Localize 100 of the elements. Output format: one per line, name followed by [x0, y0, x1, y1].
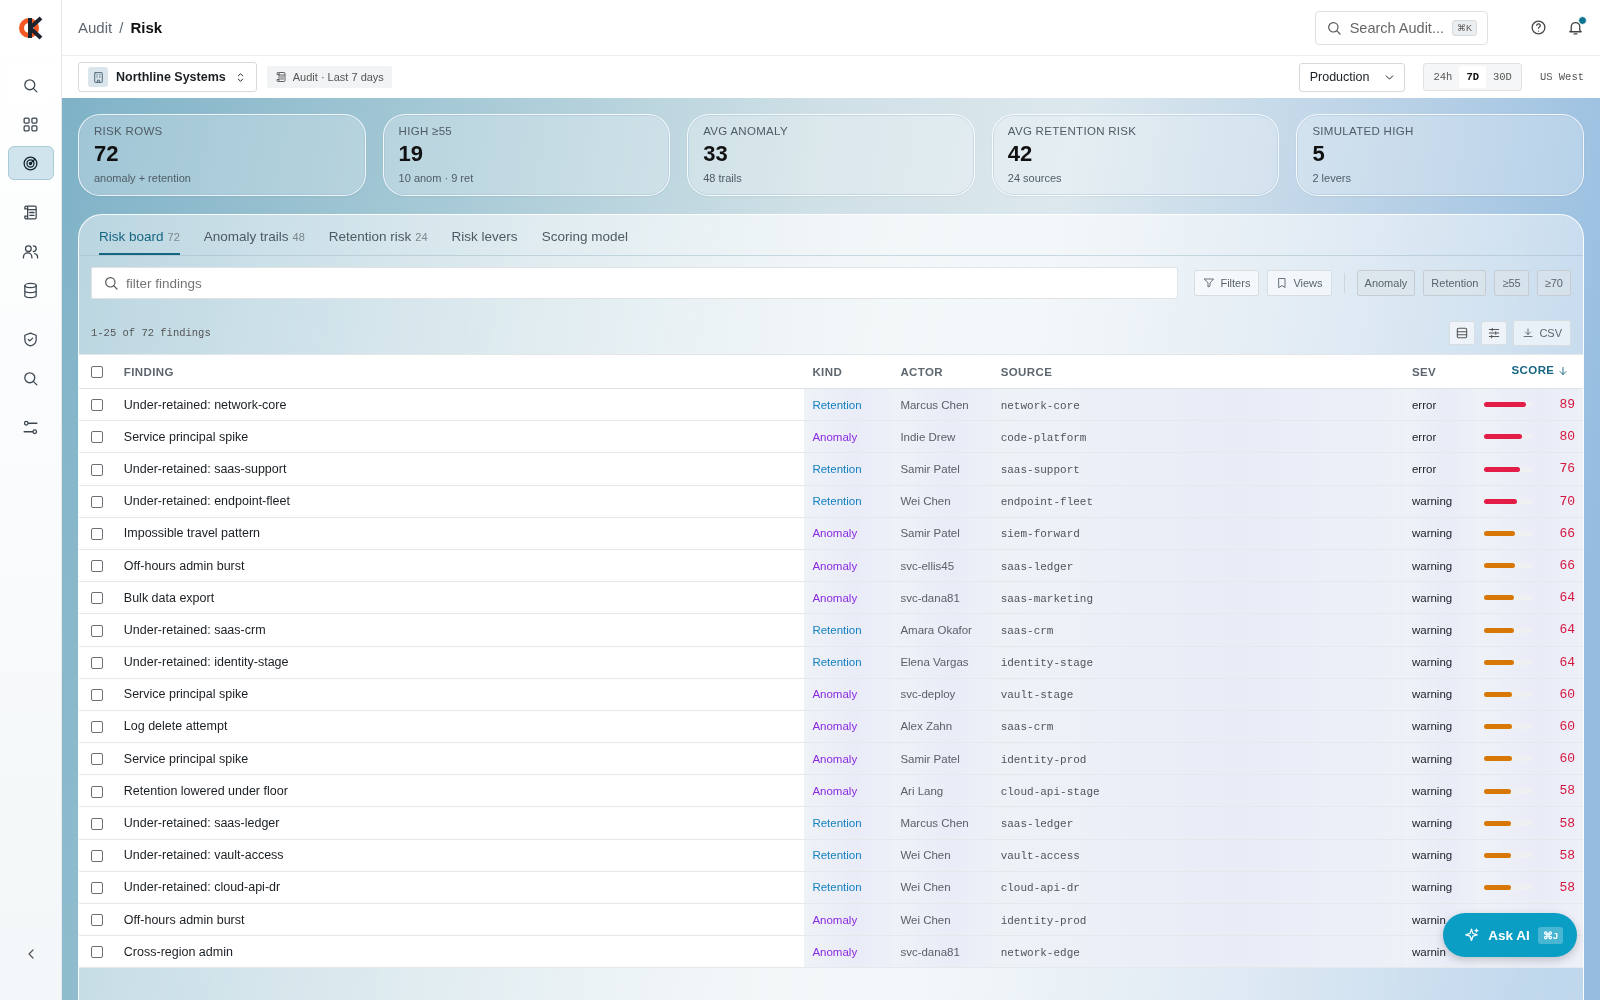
row-checkbox[interactable]: [91, 721, 104, 734]
search-icon: [1325, 19, 1342, 36]
kpi-label: AVG ANOMALY: [703, 125, 789, 137]
finding-cell: Under-retained: identity-stage: [123, 655, 289, 670]
views-button[interactable]: Views: [1267, 270, 1332, 296]
filter-chip[interactable]: ≥70: [1536, 270, 1571, 296]
workspace-selector[interactable]: Northline Systems: [78, 62, 257, 92]
scroll-icon: [274, 71, 287, 83]
sidebar-item[interactable]: [7, 146, 54, 180]
row-checkbox[interactable]: [91, 914, 104, 927]
severity-cell: warning: [1411, 752, 1453, 765]
row-checkbox[interactable]: [91, 624, 104, 637]
kpi-note: anomaly + retention: [94, 172, 192, 184]
column-header[interactable]: FINDING: [123, 365, 174, 378]
actor-cell: Amara Okafor: [900, 623, 972, 636]
bell-icon[interactable]: [1567, 19, 1584, 36]
range-tab[interactable]: 7D: [1459, 66, 1486, 88]
search-field[interactable]: Search Audit... ⌘K: [1314, 10, 1488, 45]
range-tab[interactable]: 24h: [1426, 66, 1460, 88]
tab[interactable]: Retention risk 24: [328, 225, 428, 255]
row-checkbox[interactable]: [91, 753, 104, 766]
severity-cell: warning: [1411, 817, 1453, 830]
filter-chip[interactable]: Anomaly: [1356, 270, 1416, 296]
filter-chip[interactable]: Retention: [1423, 270, 1487, 296]
source-cell: endpoint-fleet: [1000, 496, 1094, 509]
density-button[interactable]: [1449, 321, 1476, 345]
actor-cell: Wei Chen: [900, 495, 951, 508]
finding-cell: Log delete attempt: [123, 719, 228, 734]
bookmark-icon: [1276, 277, 1289, 289]
filter-field[interactable]: filter findings: [91, 267, 1179, 299]
actor-cell: Samir Patel: [900, 462, 960, 475]
row-checkbox[interactable]: [91, 399, 104, 412]
row-checkbox[interactable]: [91, 495, 104, 508]
row-checkbox[interactable]: [91, 431, 104, 444]
column-header[interactable]: SOURCE: [1000, 365, 1053, 378]
row-checkbox[interactable]: [91, 882, 104, 895]
source-cell: siem-forward: [1000, 528, 1080, 541]
kind-label: Anomaly: [812, 559, 858, 572]
source-cell: identity-prod: [1000, 753, 1087, 766]
kind-label: Retention: [812, 881, 862, 894]
column-header[interactable]: SCORE: [1511, 364, 1555, 376]
actor-cell: Samir Patel: [900, 527, 960, 540]
help-icon[interactable]: [1530, 19, 1547, 36]
severity-cell: warning: [1411, 849, 1453, 862]
sort-down-icon[interactable]: [1557, 365, 1570, 377]
filters-button[interactable]: Filters: [1194, 270, 1260, 296]
column-header[interactable]: KIND: [812, 365, 843, 378]
funnel-icon: [1203, 277, 1216, 289]
kpi-label: SIMULATED HIGH: [1312, 125, 1415, 137]
kpi-value: 42: [1007, 141, 1034, 167]
score-value: 70: [1559, 493, 1575, 509]
row-checkbox[interactable]: [91, 463, 104, 476]
breadcrumb-link[interactable]: Audit: [78, 19, 113, 36]
row-checkbox[interactable]: [91, 689, 104, 701]
row-checkbox[interactable]: [91, 785, 104, 798]
kind-label: Retention: [812, 849, 862, 862]
tab[interactable]: Anomaly trails 48: [203, 225, 305, 255]
csv-button[interactable]: CSV: [1513, 320, 1571, 346]
tab[interactable]: Risk levers: [451, 225, 518, 255]
finding-cell: Service principal spike: [123, 687, 249, 702]
filter-chip[interactable]: ≥55: [1494, 270, 1529, 296]
sliders-icon: [22, 418, 39, 436]
severity-cell: warning: [1411, 720, 1453, 733]
source-cell: identity-prod: [1000, 914, 1087, 927]
finding-cell: Under-retained: cloud-api-dr: [123, 880, 281, 895]
kind-label: Anomaly: [812, 720, 858, 733]
kind-label: Anomaly: [812, 913, 858, 926]
environment-dropdown[interactable]: Production: [1298, 62, 1406, 92]
row-checkbox[interactable]: [91, 560, 104, 573]
row-checkbox[interactable]: [91, 849, 104, 862]
source-cell: cloud-api-dr: [1000, 882, 1080, 895]
score-value: 64: [1559, 590, 1575, 606]
row-checkbox[interactable]: [91, 592, 104, 605]
finding-cell: Under-retained: saas-support: [123, 461, 287, 476]
column-header[interactable]: SEV: [1411, 365, 1437, 378]
breadcrumb-separator: /: [119, 19, 124, 36]
tab[interactable]: Scoring model: [541, 225, 628, 255]
row-checkbox[interactable]: [91, 528, 104, 541]
actor-cell: svc-dana81: [900, 945, 960, 958]
kind-label: Anomaly: [812, 527, 858, 540]
finding-cell: Service principal spike: [123, 751, 249, 766]
columns-button[interactable]: [1481, 321, 1508, 345]
score-value: 58: [1559, 879, 1575, 895]
scroll-icon: [22, 203, 39, 221]
range-tab[interactable]: 30D: [1486, 66, 1519, 88]
row-checkbox[interactable]: [91, 817, 104, 830]
search-icon: [22, 369, 39, 387]
finding-cell: Under-retained: saas-ledger: [123, 816, 280, 831]
row-checkbox[interactable]: [91, 656, 104, 669]
select-all-checkbox[interactable]: [91, 366, 104, 378]
score-value: 89: [1559, 397, 1575, 413]
actor-cell: Ari Lang: [900, 784, 944, 797]
kpi-note: 24 sources: [1007, 172, 1063, 184]
logo-icon[interactable]: [16, 14, 45, 42]
finding-cell: Bulk data export: [123, 590, 215, 605]
source-cell: saas-support: [1000, 463, 1080, 476]
kind-label: Retention: [812, 623, 862, 636]
tab[interactable]: Risk board 72: [99, 225, 180, 255]
row-checkbox[interactable]: [91, 946, 104, 959]
column-header[interactable]: ACTOR: [900, 365, 944, 378]
